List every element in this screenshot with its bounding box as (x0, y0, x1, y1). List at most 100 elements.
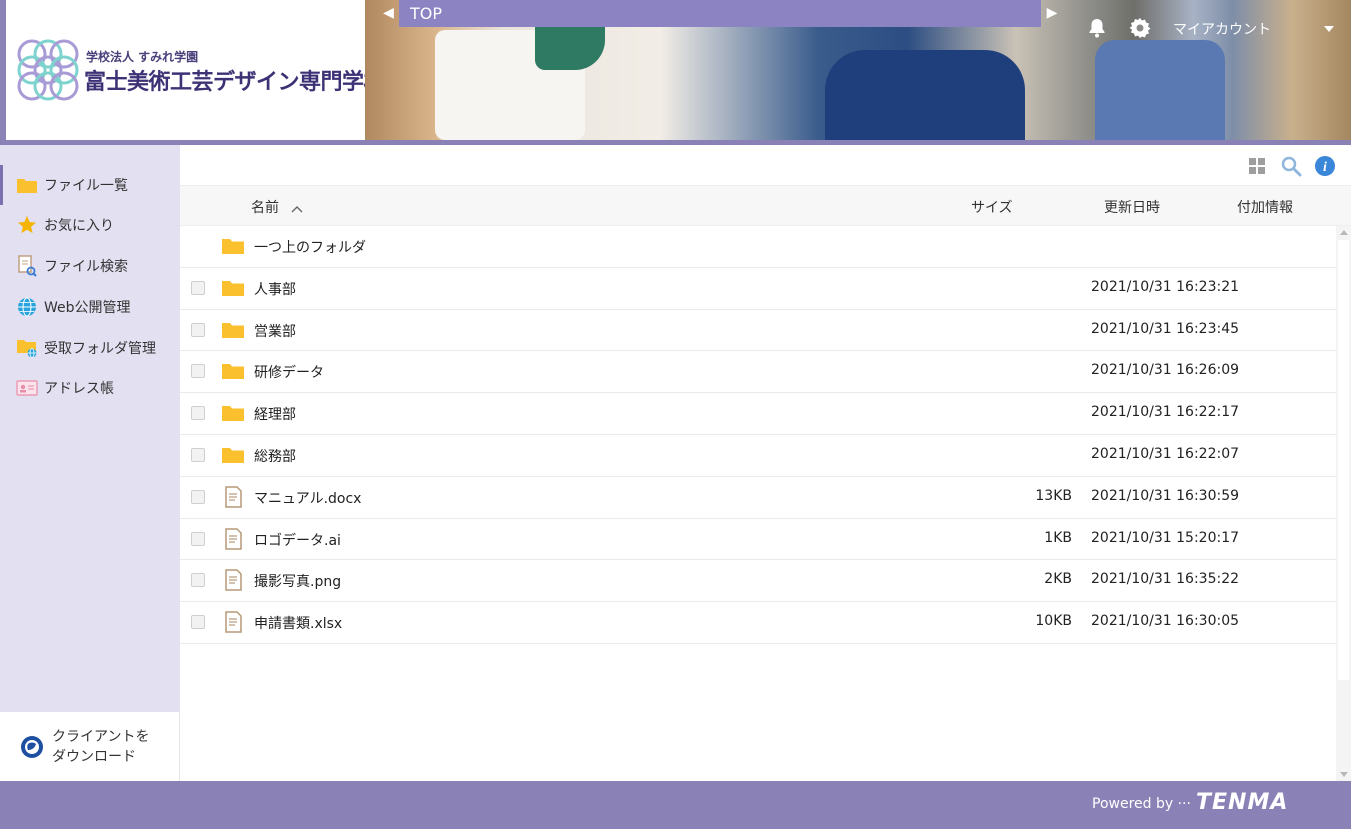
info-icon[interactable]: i (1314, 155, 1336, 177)
row-name: 総務部 (254, 448, 296, 465)
top-bar: ◀ TOP ▶ (378, 0, 1063, 27)
row-updated: 2021/10/31 15:20:17 (1091, 529, 1240, 546)
row-name: 営業部 (254, 323, 296, 340)
globe-icon (16, 296, 38, 318)
grid-view-icon[interactable] (1246, 155, 1268, 177)
sidebar-item-address-book[interactable]: アドレス帳 (0, 368, 180, 408)
footer: Powered by ··· TENMA (0, 781, 1351, 829)
star-icon (16, 214, 38, 236)
document-icon (225, 486, 242, 508)
logo[interactable]: 学校法人 すみれ学園 富士美術工芸デザイン専門学校 (6, 0, 386, 140)
row-checkbox[interactable] (191, 531, 205, 546)
top-title[interactable]: TOP (399, 0, 1041, 27)
file-list: 一つ上のフォルダ 人事部 2021/10/31 16:23:21 営業部 202… (180, 226, 1336, 644)
table-row[interactable]: 総務部 2021/10/31 16:22:07 (180, 435, 1336, 477)
row-checkbox[interactable] (191, 364, 205, 379)
sidebar-item-label: ファイル検索 (44, 259, 128, 275)
table-row[interactable]: 営業部 2021/10/31 16:23:45 (180, 310, 1336, 352)
sidebar-item-label: ファイル一覧 (44, 178, 128, 194)
document-icon (225, 569, 242, 592)
table-row[interactable]: 研修データ 2021/10/31 16:26:09 (180, 351, 1336, 394)
school-logo-icon (17, 39, 79, 101)
powered-by-text: Powered by ··· (1092, 796, 1191, 812)
header: 学校法人 すみれ学園 富士美術工芸デザイン専門学校 ◀ TOP ▶ マイアカウン… (0, 0, 1351, 140)
row-name: 撮影写真.png (254, 574, 342, 591)
file-list-panel: i 名前 サイズ 更新日時 付加情報 一つ上のフォルダ 人事部 2021/10/… (180, 145, 1351, 781)
row-updated: 2021/10/31 16:22:07 (1091, 445, 1240, 462)
row-updated: 2021/10/31 16:35:22 (1091, 571, 1240, 588)
table-row[interactable]: 申請書類.xlsx 10KB 2021/10/31 16:30:05 (180, 602, 1336, 644)
document-icon (225, 611, 242, 633)
row-size: 1KB (1044, 529, 1072, 546)
row-size: 10KB (1035, 613, 1072, 630)
sidebar-item-receive-folder[interactable]: 受取フォルダ管理 (0, 328, 180, 368)
scrollbar-thumb[interactable] (1338, 240, 1349, 680)
chevron-down-icon[interactable] (1322, 22, 1336, 36)
sidebar-item-label: お気に入り (44, 218, 114, 234)
sort-ascending-icon (291, 206, 303, 213)
row-updated: 2021/10/31 16:26:09 (1091, 362, 1240, 379)
bell-icon[interactable] (1085, 16, 1109, 40)
row-checkbox[interactable] (191, 447, 205, 462)
folder-icon (222, 239, 244, 254)
folder-icon (16, 174, 38, 196)
sidebar-item-label: アドレス帳 (44, 381, 114, 397)
row-checkbox[interactable] (191, 280, 205, 295)
scroll-down-icon[interactable] (1340, 772, 1348, 777)
client-download-label-1: クライアントを (52, 728, 150, 745)
table-row[interactable]: マニュアル.docx 13KB 2021/10/31 16:30:59 (180, 477, 1336, 519)
table-row[interactable]: 経理部 2021/10/31 16:22:17 (180, 393, 1336, 435)
file-search-icon (16, 255, 38, 277)
column-updated[interactable]: 更新日時 (1104, 197, 1160, 217)
client-download-button[interactable]: クライアントを ダウンロード (0, 712, 180, 781)
tenma-logo[interactable]: TENMA (1196, 790, 1288, 815)
scroll-up-icon[interactable] (1340, 230, 1348, 235)
toolbar: i (180, 145, 1351, 186)
row-updated: 2021/10/31 16:22:17 (1091, 404, 1240, 421)
column-name[interactable]: 名前 (251, 197, 303, 217)
table-row[interactable]: ロゴデータ.ai 1KB 2021/10/31 15:20:17 (180, 519, 1336, 561)
row-name: マニュアル.docx (254, 490, 362, 507)
row-size: 13KB (1035, 487, 1072, 504)
client-download-label-2: ダウンロード (52, 748, 136, 765)
school-name: 富士美術工芸デザイン専門学校 (84, 70, 386, 95)
document-icon (225, 527, 242, 550)
table-row[interactable]: 人事部 2021/10/31 16:23:21 (180, 268, 1336, 310)
row-updated: 2021/10/31 16:23:21 (1091, 278, 1240, 295)
sidebar: ファイル一覧 お気に入り ファイル検索 Web公開管理 受取フォルダ管理 アドレ… (0, 145, 180, 712)
school-subtitle: 学校法人 すみれ学園 (86, 50, 199, 64)
sidebar-item-favorites[interactable]: お気に入り (0, 205, 180, 245)
column-extra-info[interactable]: 付加情報 (1237, 197, 1293, 217)
row-name: 申請書類.xlsx (254, 616, 343, 633)
folder-icon (222, 406, 244, 422)
sidebar-item-web-publish[interactable]: Web公開管理 (0, 287, 180, 327)
row-name: 研修データ (254, 365, 324, 382)
folder-globe-icon (16, 337, 38, 359)
row-name: 経理部 (254, 407, 296, 424)
svg-text:i: i (1323, 160, 1327, 175)
prev-arrow-icon[interactable]: ◀ (378, 0, 399, 27)
row-updated: 2021/10/31 16:30:05 (1091, 613, 1240, 630)
column-name-label: 名前 (251, 200, 279, 216)
folder-icon (222, 322, 244, 338)
row-checkbox[interactable] (191, 489, 205, 504)
row-checkbox[interactable] (191, 406, 205, 421)
gear-icon[interactable] (1128, 16, 1152, 40)
sidebar-item-file-search[interactable]: ファイル検索 (0, 246, 180, 286)
sidebar-item-file-list[interactable]: ファイル一覧 (0, 165, 180, 205)
next-arrow-icon[interactable]: ▶ (1041, 0, 1063, 27)
folder-icon (222, 447, 244, 463)
sidebar-item-label: Web公開管理 (44, 300, 131, 316)
row-checkbox[interactable] (191, 573, 205, 588)
my-account-link[interactable]: マイアカウント (1173, 19, 1271, 39)
parent-folder-row[interactable]: 一つ上のフォルダ (180, 226, 1336, 268)
row-checkbox[interactable] (191, 615, 205, 630)
vertical-scrollbar[interactable] (1336, 226, 1351, 781)
column-size[interactable]: サイズ (971, 197, 1013, 217)
search-icon[interactable] (1280, 155, 1302, 177)
row-checkbox[interactable] (191, 322, 205, 337)
column-header: 名前 サイズ 更新日時 付加情報 (180, 186, 1351, 226)
row-updated: 2021/10/31 16:30:59 (1091, 487, 1240, 504)
table-row[interactable]: 撮影写真.png 2KB 2021/10/31 16:35:22 (180, 560, 1336, 603)
address-card-icon (16, 377, 38, 399)
